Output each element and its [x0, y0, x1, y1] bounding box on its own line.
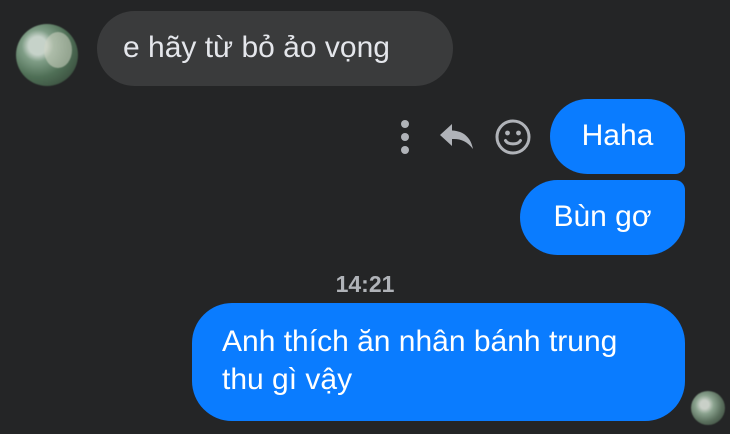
- more-vertical-icon: [401, 120, 409, 154]
- contact-avatar[interactable]: [16, 24, 78, 86]
- react-button[interactable]: [492, 112, 534, 162]
- outgoing-message-bubble[interactable]: Haha: [550, 99, 685, 174]
- reply-button[interactable]: [436, 112, 478, 162]
- smile-icon: [495, 119, 531, 155]
- reply-icon: [440, 124, 473, 149]
- chat-thread: e hãy từ bỏ ảo vọng Haha Bùn gơ 14:21 An…: [0, 0, 730, 434]
- seen-avatar: [691, 391, 725, 425]
- outgoing-message-bubble[interactable]: Bùn gơ: [520, 180, 685, 255]
- more-options-button[interactable]: [392, 112, 418, 162]
- incoming-message-bubble[interactable]: e hãy từ bỏ ảo vọng: [97, 11, 453, 86]
- message-timestamp: 14:21: [335, 271, 395, 297]
- outgoing-message-bubble[interactable]: Anh thích ăn nhân bánh trung thu gì vậy: [192, 303, 685, 421]
- message-actions: [386, 112, 534, 162]
